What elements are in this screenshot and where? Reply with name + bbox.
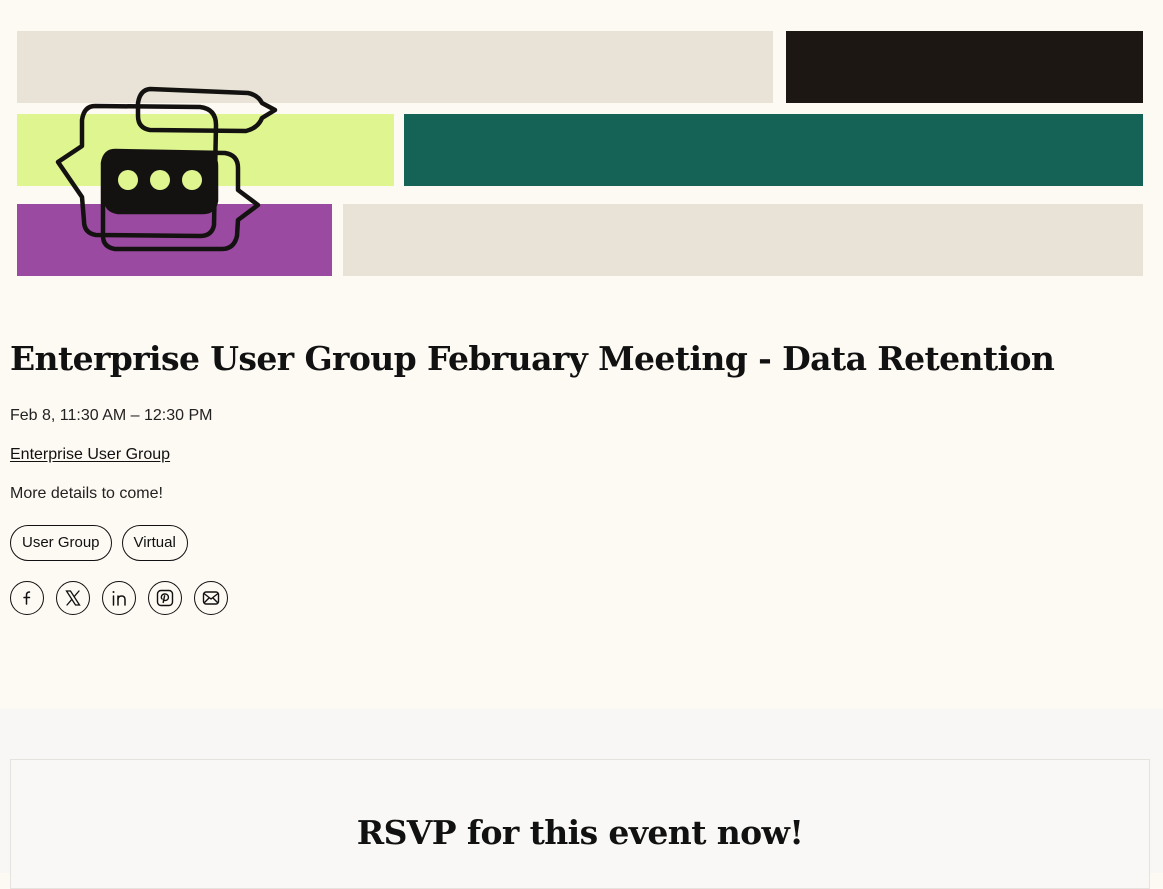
tag-virtual[interactable]: Virtual [121, 524, 188, 561]
email-icon [202, 591, 220, 605]
facebook-icon [23, 591, 31, 605]
share-email-button[interactable] [194, 580, 228, 615]
rsvp-title: RSVP for this event now! [356, 813, 804, 852]
event-group-link[interactable]: Enterprise User Group [10, 446, 170, 464]
share-facebook-button[interactable] [10, 580, 44, 615]
rsvp-section: RSVP for this event now! [0, 709, 1163, 889]
pinterest-icon [156, 589, 174, 607]
linkedin-icon [112, 590, 126, 606]
banner-block-teal [404, 114, 1143, 186]
event-tags: User Group Virtual [10, 524, 1150, 561]
share-linkedin-button[interactable] [102, 580, 136, 615]
event-details: Enterprise User Group February Meeting -… [10, 340, 1150, 615]
x-icon [65, 590, 81, 606]
banner-block-beige-top [17, 31, 773, 103]
share-x-button[interactable] [56, 580, 90, 615]
event-description: More details to come! [10, 484, 163, 502]
rsvp-card: RSVP for this event now! [10, 759, 1150, 889]
event-banner [0, 0, 1163, 300]
event-date: Feb 8, 11:30 AM – 12:30 PM [10, 406, 213, 424]
share-pinterest-button[interactable] [148, 580, 182, 615]
banner-block-black [786, 31, 1143, 103]
share-buttons [10, 580, 1150, 615]
banner-graphic [17, 31, 1143, 276]
banner-block-purple [17, 204, 332, 276]
tag-user-group[interactable]: User Group [10, 524, 112, 561]
chat-dots [118, 170, 202, 190]
event-title: Enterprise User Group February Meeting -… [10, 339, 1055, 378]
banner-block-beige-bottom [343, 204, 1143, 276]
